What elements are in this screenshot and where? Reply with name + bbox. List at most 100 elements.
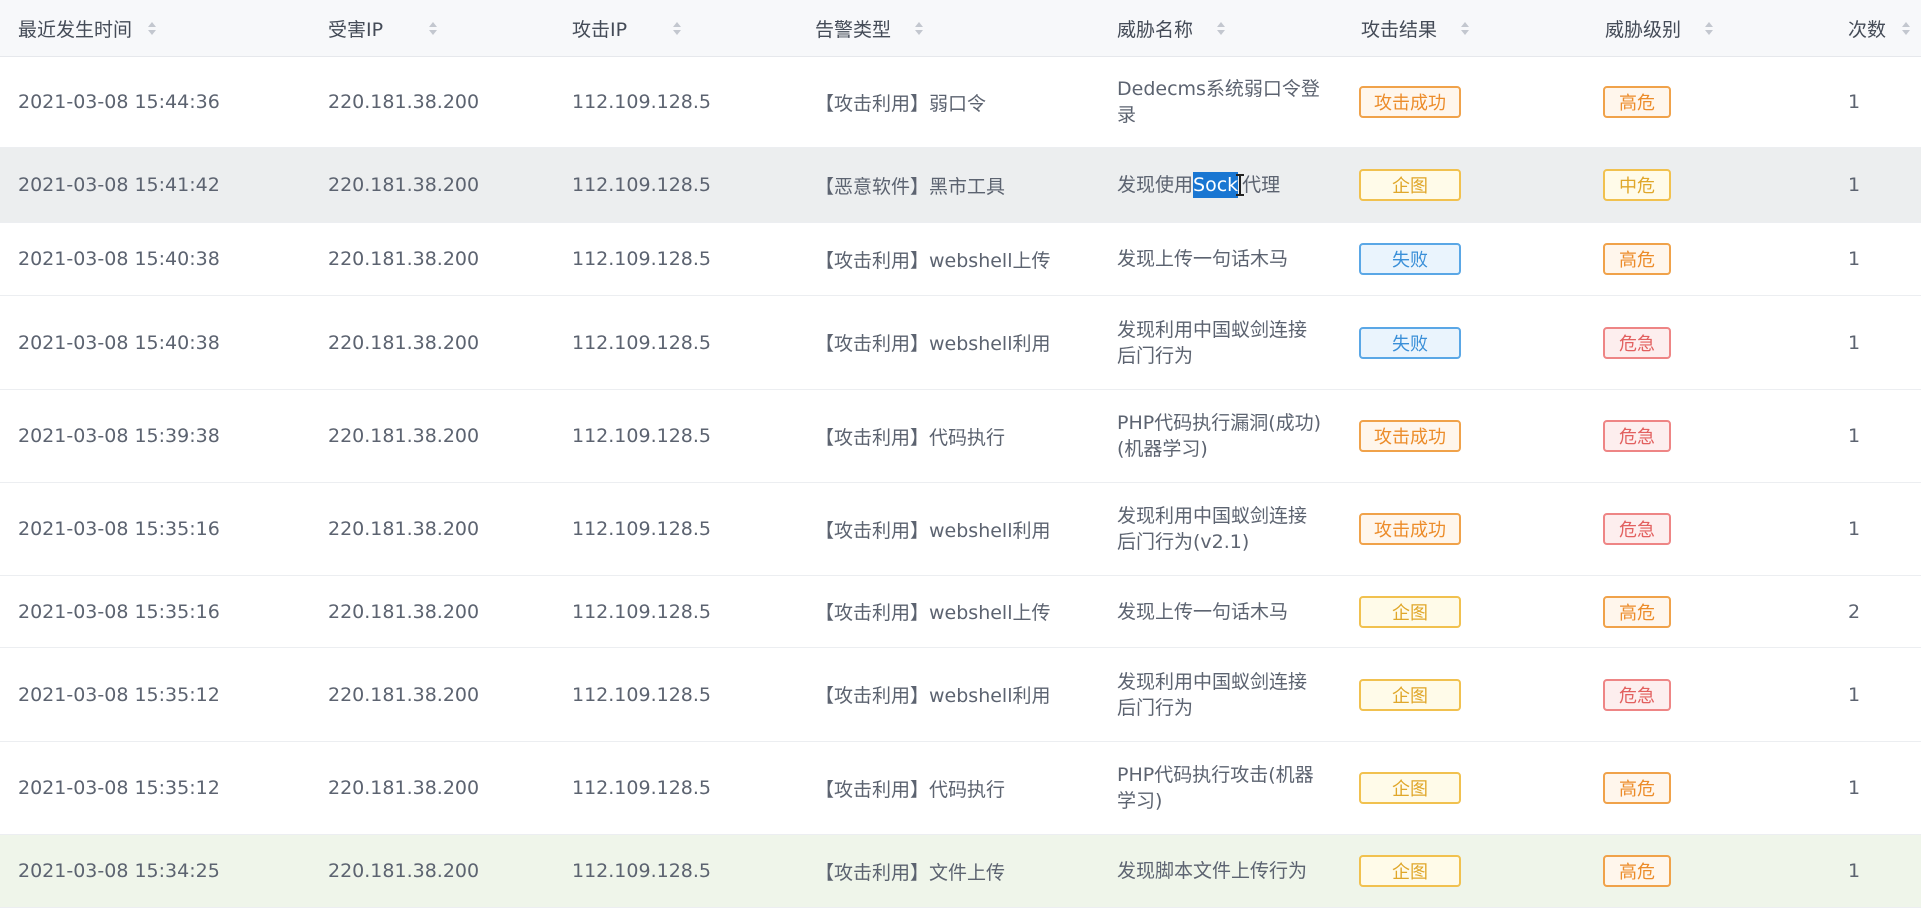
- sort-icon[interactable]: [915, 19, 925, 37]
- cell-level: 高危: [1603, 835, 1671, 907]
- result-badge: 企图: [1359, 678, 1461, 711]
- header-victim-ip[interactable]: 受害IP: [328, 0, 439, 56]
- sort-icon[interactable]: [429, 19, 439, 37]
- cell-time: 2021-03-08 15:40:38: [18, 248, 220, 270]
- cell-victim-ip: 220.181.38.200: [328, 331, 480, 354]
- sort-icon[interactable]: [148, 19, 158, 37]
- cell-victim-ip: 220.181.38.200: [328, 174, 480, 196]
- table-row[interactable]: 2021-03-08 15:44:36 220.181.38.200 112.1…: [0, 57, 1921, 148]
- cell-threat-name: 发现利用中国蚁剑连接 后门行为: [1117, 648, 1332, 741]
- header-count-label: 次数: [1848, 18, 1887, 41]
- cell-level: 高危: [1603, 57, 1671, 147]
- text-cursor-icon: [1236, 174, 1245, 196]
- level-badge: 危急: [1603, 326, 1671, 359]
- cell-threat-name: 发现利用中国蚁剑连接 后门行为(v2.1): [1117, 483, 1332, 575]
- table-row[interactable]: 2021-03-08 15:35:12 220.181.38.200 112.1…: [0, 742, 1921, 835]
- selected-text[interactable]: Sock: [1193, 172, 1239, 198]
- cell-count: 1: [1848, 860, 1861, 882]
- result-badge: 企图: [1359, 772, 1461, 804]
- cell-time: 2021-03-08 15:41:42: [18, 174, 220, 196]
- cell-victim-ip: 220.181.38.200: [328, 248, 480, 270]
- table-row[interactable]: 2021-03-08 15:40:38 220.181.38.200 112.1…: [0, 296, 1921, 390]
- table-row[interactable]: 2021-03-08 15:40:38 220.181.38.200 112.1…: [0, 223, 1921, 296]
- cell-time: 2021-03-08 15:39:38: [18, 425, 220, 447]
- cell-victim-ip: 220.181.38.200: [328, 777, 480, 799]
- threat-line-2: 学习): [1117, 790, 1163, 812]
- cell-time: 2021-03-08 15:40:38: [18, 331, 220, 354]
- cell-victim-ip: 220.181.38.200: [328, 600, 480, 623]
- table-row[interactable]: 2021-03-08 15:35:12 220.181.38.200 112.1…: [0, 648, 1921, 742]
- threat-line-2: 后门行为: [1117, 344, 1194, 367]
- threat-line-1: 发现上传一句话木马: [1117, 248, 1289, 270]
- header-alert-type[interactable]: 告警类型: [815, 0, 925, 56]
- cell-threat-name: 发现上传一句话木马: [1117, 223, 1332, 295]
- cell-victim-ip: 220.181.38.200: [328, 425, 480, 447]
- header-threat-level[interactable]: 威胁级别: [1605, 0, 1715, 56]
- cell-attacker-ip: 112.109.128.5: [572, 91, 712, 113]
- header-victim-label: 受害IP: [328, 18, 384, 41]
- cell-result: 失败: [1359, 296, 1461, 389]
- header-result-label: 攻击结果: [1361, 18, 1438, 41]
- level-badge: 中危: [1603, 169, 1671, 201]
- header-threat-label: 威胁名称: [1117, 18, 1194, 41]
- threat-line-2: (机器学习): [1117, 438, 1208, 460]
- result-badge: 攻击成功: [1359, 420, 1461, 452]
- threat-line-1: 发现利用中国蚁剑连接: [1117, 318, 1308, 341]
- header-time-label: 最近发生时间: [18, 18, 133, 41]
- cell-attacker-ip: 112.109.128.5: [572, 860, 712, 882]
- sort-icon[interactable]: [673, 19, 683, 37]
- cell-result: 攻击成功: [1359, 483, 1461, 575]
- cell-attacker-ip: 112.109.128.5: [572, 248, 712, 270]
- cell-level: 中危: [1603, 148, 1671, 222]
- table-row[interactable]: 2021-03-08 15:35:16 220.181.38.200 112.1…: [0, 576, 1921, 648]
- cell-alert-type: 【攻击利用】webshell利用: [815, 519, 1051, 542]
- cell-time: 2021-03-08 15:34:25: [18, 860, 220, 882]
- cell-threat-name[interactable]: 发现使用 Sock 代理: [1117, 148, 1332, 222]
- threat-line-2: 后门行为: [1117, 696, 1194, 719]
- cell-time: 2021-03-08 15:35:12: [18, 683, 220, 706]
- sort-icon[interactable]: [1705, 19, 1715, 37]
- header-time[interactable]: 最近发生时间: [18, 0, 158, 56]
- level-badge: 高危: [1603, 595, 1671, 628]
- result-badge: 失败: [1359, 243, 1461, 275]
- sort-icon[interactable]: [1461, 19, 1471, 37]
- cell-alert-type: 【恶意软件】黑市工具: [815, 175, 1006, 198]
- header-level-label: 威胁级别: [1605, 18, 1682, 41]
- cell-count: 1: [1848, 425, 1861, 447]
- cell-attacker-ip: 112.109.128.5: [572, 425, 712, 447]
- cell-threat-name: 发现脚本文件上传行为: [1117, 835, 1332, 907]
- threat-line-1: 发现上传一句话木马: [1117, 600, 1289, 623]
- result-badge: 失败: [1359, 326, 1461, 359]
- cell-attacker-ip: 112.109.128.5: [572, 777, 712, 799]
- table-row[interactable]: 2021-03-08 15:39:38 220.181.38.200 112.1…: [0, 390, 1921, 483]
- cell-count: 2: [1848, 600, 1861, 623]
- cell-count: 1: [1848, 683, 1861, 706]
- cell-attacker-ip: 112.109.128.5: [572, 600, 712, 623]
- cell-count: 1: [1848, 777, 1861, 799]
- table-row[interactable]: 2021-03-08 15:34:25 220.181.38.200 112.1…: [0, 835, 1921, 908]
- header-alert-type-label: 告警类型: [815, 18, 892, 41]
- table-row[interactable]: 2021-03-08 15:41:42 220.181.38.200 112.1…: [0, 148, 1921, 223]
- cell-level: 高危: [1603, 576, 1671, 647]
- level-badge: 危急: [1603, 420, 1671, 452]
- header-attacker-ip[interactable]: 攻击IP: [572, 0, 683, 56]
- cell-level: 高危: [1603, 223, 1671, 295]
- header-attack-result[interactable]: 攻击结果: [1361, 0, 1471, 56]
- cell-attacker-ip: 112.109.128.5: [572, 683, 712, 706]
- cell-attacker-ip: 112.109.128.5: [572, 331, 712, 354]
- sort-icon[interactable]: [1217, 19, 1227, 37]
- cell-alert-type: 【攻击利用】文件上传: [815, 861, 1006, 884]
- header-count[interactable]: 次数: [1848, 0, 1912, 56]
- cell-alert-type: 【攻击利用】webshell上传: [815, 602, 1051, 624]
- cell-result: 失败: [1359, 223, 1461, 295]
- table-row[interactable]: 2021-03-08 15:35:16 220.181.38.200 112.1…: [0, 483, 1921, 576]
- cell-time: 2021-03-08 15:35:12: [18, 777, 220, 799]
- cell-time: 2021-03-08 15:35:16: [18, 600, 220, 623]
- sort-icon[interactable]: [1902, 19, 1912, 37]
- cell-result: 企图: [1359, 835, 1461, 907]
- header-threat-name[interactable]: 威胁名称: [1117, 0, 1227, 56]
- cell-result: 企图: [1359, 648, 1461, 741]
- cell-alert-type: 【攻击利用】弱口令: [815, 92, 987, 115]
- threat-line-1: 发现脚本文件上传行为: [1117, 860, 1308, 882]
- cell-result: 企图: [1359, 148, 1461, 222]
